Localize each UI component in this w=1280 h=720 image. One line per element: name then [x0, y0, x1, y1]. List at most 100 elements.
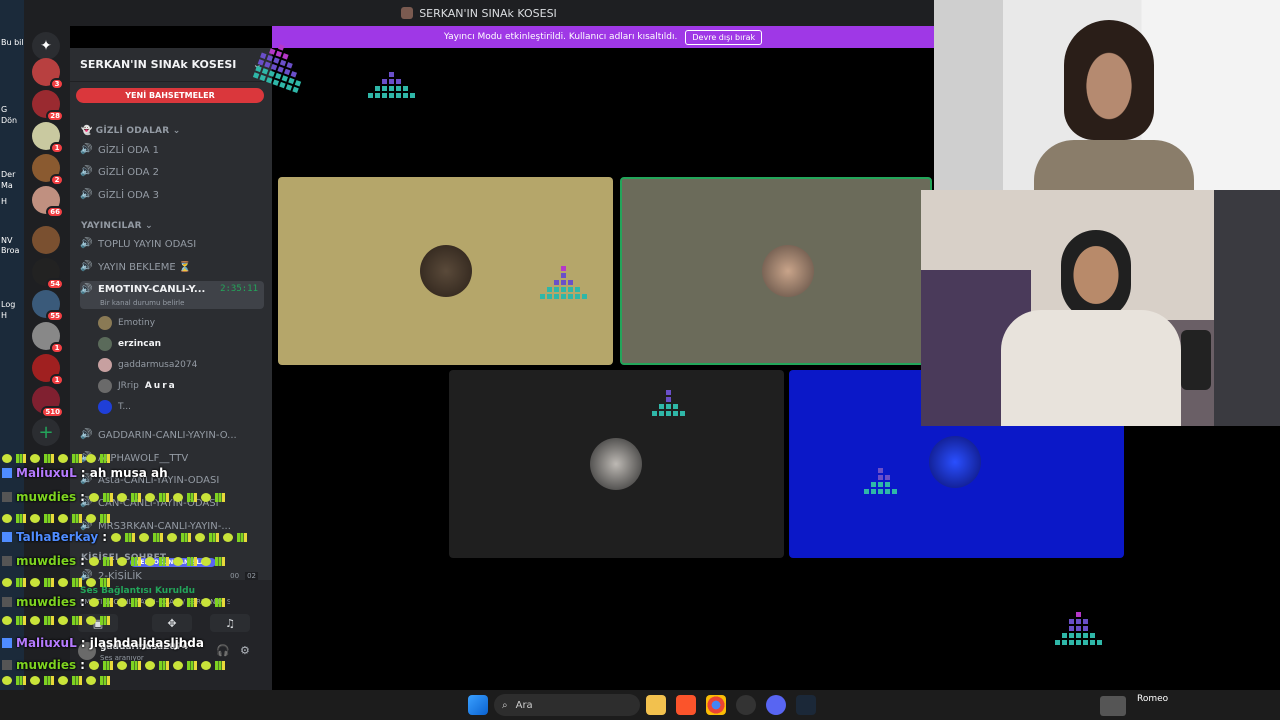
server-icon[interactable]: 2 [32, 154, 64, 186]
desktop-icon-label[interactable]: Broa [1, 246, 25, 256]
chat-emote-icon [125, 532, 136, 542]
chat-emote-row [2, 454, 110, 463]
category-hidden-rooms[interactable]: 👻 GİZLİ ODALAR ⌄ [81, 126, 180, 136]
chat-emote-icon [214, 597, 225, 607]
chat-badge-icon [2, 492, 12, 502]
voice-user-name: Emotiny [118, 318, 156, 328]
chat-username: TalhaBerkay [16, 530, 99, 544]
speaker-icon: 🔊 [80, 166, 93, 177]
chat-badge-icon [2, 638, 12, 648]
server-icon[interactable]: 54 [32, 258, 64, 290]
server-icon[interactable]: 55 [32, 290, 64, 322]
chat-emote-icon [200, 556, 211, 566]
chat-message: MaliuxuL: jlashdaljdasljhda [2, 636, 204, 650]
chat-emote-icon [100, 514, 110, 523]
chat-emote-icon [186, 556, 197, 566]
voice-channel-hidden[interactable]: 🔊 GİZLİ ODA 3 [80, 185, 264, 205]
stream-chat-overlay: MaliuxuL: ah musa ah muwdies: TalhaBerkay:… [0, 440, 320, 690]
chat-emote-icon [30, 676, 40, 685]
chat-emote-icon [100, 454, 110, 463]
server-icon[interactable]: 1 [32, 322, 64, 354]
chat-emote-icon [111, 532, 122, 542]
server-icon[interactable]: 510 [32, 386, 64, 418]
discord-home-icon[interactable]: ✦ [32, 32, 60, 60]
voice-channel-hidden[interactable]: 🔊 GİZLİ ODA 1 [80, 140, 264, 160]
start-icon[interactable] [468, 695, 488, 715]
chat-text: : [80, 490, 85, 504]
desktop-icon-label[interactable]: Log [1, 300, 25, 310]
disable-streamer-mode-button[interactable]: Devre dışı bırak [685, 29, 763, 45]
voice-user[interactable]: T... [98, 398, 131, 416]
chat-badge-icon [2, 660, 12, 670]
video-tile-1[interactable] [278, 177, 613, 365]
server-icon[interactable]: 28 [32, 90, 64, 122]
chat-emote-icon [102, 597, 113, 607]
chat-emote-icon [158, 492, 169, 502]
chat-message: muwdies: [2, 658, 225, 672]
chat-emote-icon [116, 556, 127, 566]
speaker-icon: 🔊 [80, 284, 93, 295]
voice-channel-streamer[interactable]: 🔊 TOPLU YAYIN ODASI [80, 234, 264, 254]
desktop-icon-label[interactable]: H [1, 311, 25, 321]
channel-status[interactable]: Bir kanal durumu belirle [100, 299, 184, 307]
chat-emote-icon [2, 616, 12, 625]
server-icon[interactable]: 3 [32, 58, 64, 90]
voice-channel-streamer[interactable]: 🔊 YAYIN BEKLEME ⏳ [80, 257, 264, 277]
unread-badge: 2 [50, 174, 64, 186]
file-explorer-icon[interactable] [646, 695, 666, 715]
server-icon[interactable]: 1 [32, 354, 64, 386]
chat-emote-icon [195, 532, 206, 542]
voice-user[interactable]: erzincan [98, 335, 161, 353]
webcam-side [1214, 190, 1280, 426]
chat-emote-icon [100, 616, 110, 625]
channel-name: GADDARIN-CANLI-YAYIN-O... [98, 429, 237, 441]
speaker-icon: 🔊 [80, 144, 93, 155]
chat-emote-icon [214, 492, 225, 502]
voice-user[interactable]: gaddarmusa2074 [98, 356, 197, 374]
unread-badge: 3 [50, 78, 64, 90]
voice-user[interactable]: JRrip Aura [98, 377, 177, 395]
category-streamers[interactable]: YAYINCILAR ⌄ [81, 221, 153, 231]
chat-emote-icon [16, 616, 26, 625]
chat-emote-icon [181, 532, 192, 542]
video-tile-3[interactable] [449, 370, 784, 558]
taskbar-search[interactable]: ⌕ Ara [494, 694, 640, 716]
chat-username: MaliuxuL [16, 636, 77, 650]
avatar [929, 436, 981, 488]
new-mentions-pill[interactable]: YENİ BAHSETMELER [76, 88, 264, 103]
voice-user[interactable]: Emotiny [98, 314, 155, 332]
discord-icon[interactable] [766, 695, 786, 715]
desktop-icon-label[interactable]: NV [1, 236, 25, 246]
chat-username: muwdies [16, 658, 77, 672]
chat-emote-icon [186, 660, 197, 670]
server-icon[interactable]: 66 [32, 186, 64, 218]
chat-emote-icon [30, 616, 40, 625]
server-icon[interactable] [32, 226, 60, 254]
chat-emote-icon [158, 597, 169, 607]
chat-emote-row [2, 616, 110, 625]
speaker-icon: 🔊 [80, 261, 93, 272]
chat-emote-icon [58, 454, 68, 463]
desktop-icon-label[interactable]: H [1, 197, 25, 207]
server-header[interactable]: SERKAN'IN SINAk KOSESI ⌄ [70, 48, 272, 82]
chat-emote-icon [86, 616, 96, 625]
chat-emote-icon [130, 556, 141, 566]
chat-emote-icon [72, 676, 82, 685]
chrome-icon[interactable] [706, 695, 726, 715]
desktop-icon-label[interactable]: Ma [1, 181, 25, 191]
video-tile-2[interactable] [620, 177, 932, 365]
desktop-icon-label[interactable]: Dön [1, 116, 25, 126]
chat-emote-icon [72, 514, 82, 523]
chat-text: : [80, 554, 85, 568]
brave-icon[interactable] [676, 695, 696, 715]
voice-channel-hidden[interactable]: 🔊 GİZLİ ODA 2 [80, 162, 264, 182]
server-icon[interactable]: 1 [32, 122, 64, 154]
desktop-icon-label[interactable]: G [1, 105, 25, 115]
voice-user-name: JRrip [118, 381, 139, 391]
desktop-icon-label[interactable]: Bu bil [1, 38, 25, 48]
obs-icon[interactable] [736, 695, 756, 715]
steam-icon[interactable] [796, 695, 816, 715]
desktop-icon-label[interactable]: Der [1, 170, 25, 180]
streamer-mode-message: Yayıncı Modu etkinleştirildi. Kullanıcı … [443, 32, 678, 42]
chat-emote-icon [102, 492, 113, 502]
